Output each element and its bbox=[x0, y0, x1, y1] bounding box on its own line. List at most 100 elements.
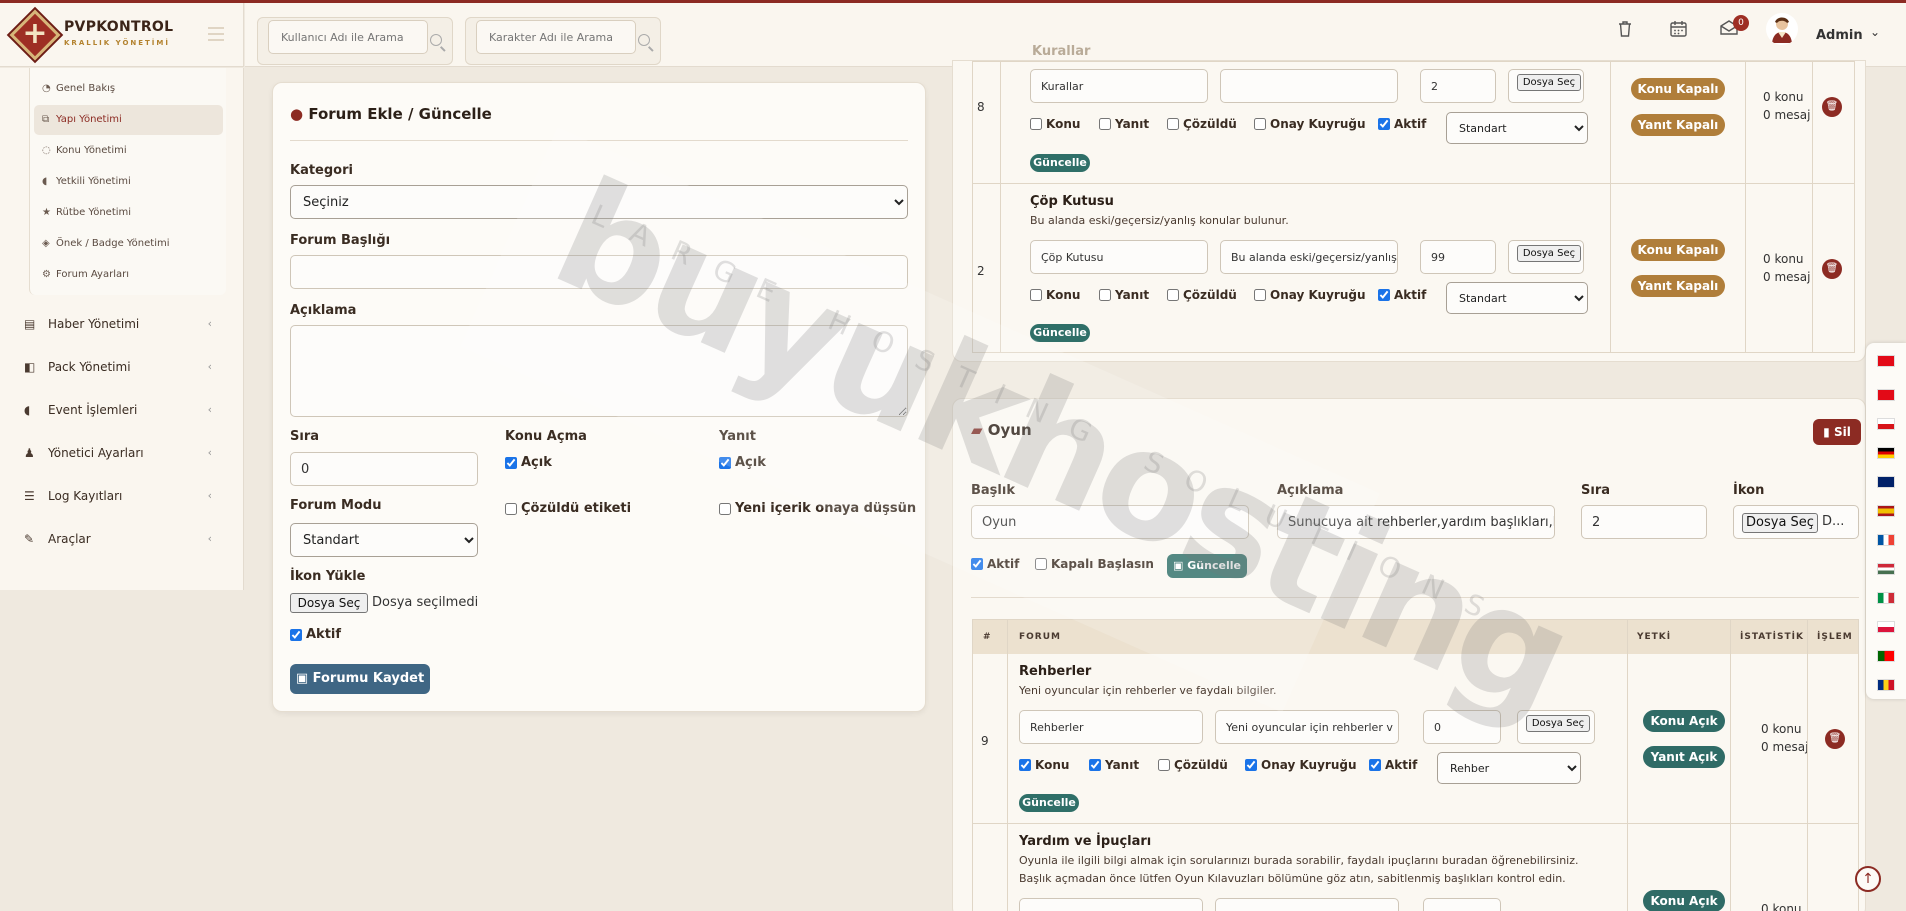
konu-checkbox[interactable]: Konu bbox=[1030, 288, 1080, 302]
cozuldu-checkbox[interactable]: Çözüldü bbox=[1167, 117, 1237, 131]
forum-order-input[interactable] bbox=[1420, 240, 1496, 274]
forum-desc-input[interactable] bbox=[1215, 898, 1399, 911]
category-active-checkbox[interactable]: Aktif bbox=[971, 557, 1019, 571]
category-title-input[interactable] bbox=[971, 505, 1249, 539]
save-forum-button[interactable]: ▣ Forumu Kaydet bbox=[290, 664, 430, 694]
description-textarea[interactable] bbox=[290, 325, 908, 417]
forum-mode-select[interactable]: Standart bbox=[1446, 112, 1588, 144]
calendar-icon[interactable] bbox=[1670, 20, 1687, 41]
reply-open-button[interactable]: Yanıt Açık bbox=[1643, 746, 1725, 768]
forum-name-input[interactable] bbox=[1019, 710, 1203, 744]
forum-desc-input[interactable] bbox=[1220, 69, 1398, 103]
konu-checkbox[interactable]: Konu bbox=[1030, 117, 1080, 131]
yanit-checkbox[interactable]: Yanıt bbox=[1089, 758, 1139, 772]
subnav-yapi-yonetimi[interactable]: ⧉ Yapı Yönetimi bbox=[34, 105, 223, 135]
chevron-down-icon[interactable]: ⌄ bbox=[1870, 25, 1880, 39]
subnav-badge-yonetimi[interactable]: ◈ Önek / Badge Yönetimi bbox=[42, 233, 170, 255]
trash-icon[interactable] bbox=[1618, 20, 1632, 41]
forum-title-input[interactable] bbox=[290, 255, 908, 289]
forum-name-input[interactable] bbox=[1030, 69, 1208, 103]
aktif-checkbox[interactable]: Aktif bbox=[1378, 288, 1426, 302]
cozuldu-checkbox[interactable]: Çözüldü bbox=[1167, 288, 1237, 302]
delete-trash-icon[interactable]: 🗑 bbox=[1825, 729, 1845, 749]
delete-trash-icon[interactable]: 🗑 bbox=[1822, 97, 1842, 117]
file-choose-button[interactable]: Dosya Seç bbox=[290, 593, 368, 613]
update-button[interactable]: Güncelle bbox=[1019, 794, 1079, 812]
scroll-top-arrow-icon[interactable]: ↑ bbox=[1855, 866, 1881, 892]
forum-order-input[interactable] bbox=[1423, 898, 1501, 911]
topic-open-button[interactable]: Konu Açık bbox=[1643, 710, 1725, 732]
aktif-checkbox[interactable]: Aktif bbox=[1369, 758, 1417, 772]
flag-de-icon[interactable] bbox=[1877, 447, 1895, 459]
character-search-input[interactable] bbox=[476, 20, 636, 54]
flag-es-icon[interactable] bbox=[1877, 505, 1895, 517]
yanit-checkbox[interactable]: Yanıt bbox=[1099, 288, 1149, 302]
delete-trash-icon[interactable]: 🗑 bbox=[1822, 259, 1842, 279]
subnav-genel-bakis[interactable]: ◔ Genel Bakış bbox=[42, 78, 115, 100]
forum-name-input[interactable] bbox=[1030, 240, 1208, 274]
flag-hu-icon[interactable] bbox=[1877, 563, 1895, 575]
flag-ro-icon[interactable] bbox=[1877, 679, 1895, 691]
subnav-yetkili-yonetimi[interactable]: ◖ Yetkili Yönetimi bbox=[42, 171, 131, 193]
aktif-checkbox[interactable]: Aktif bbox=[1378, 117, 1426, 131]
konu-checkbox[interactable]: Konu bbox=[1019, 758, 1069, 772]
flag-tr-icon[interactable] bbox=[1877, 389, 1895, 401]
cozuldu-checkbox[interactable]: Çözüldü bbox=[1158, 758, 1228, 772]
file-choose-button[interactable]: Dosya Seç bbox=[1526, 715, 1590, 732]
nav-event-islemleri[interactable]: ◖ Event İşlemleri ‹ bbox=[24, 395, 220, 425]
search-icon[interactable] bbox=[430, 34, 442, 46]
approval-checkbox[interactable]: Yeni içerik onaya düşsün bbox=[719, 501, 916, 516]
search-icon[interactable] bbox=[638, 34, 650, 46]
forum-mode-select[interactable]: Rehber bbox=[1437, 752, 1581, 784]
update-button[interactable]: Güncelle bbox=[1030, 324, 1090, 342]
forum-order-input[interactable] bbox=[1420, 69, 1496, 103]
topic-closed-button[interactable]: Konu Kapalı bbox=[1631, 239, 1725, 261]
forum-desc-input[interactable] bbox=[1220, 240, 1398, 274]
reply-closed-button[interactable]: Yanıt Kapalı bbox=[1631, 275, 1725, 297]
nav-haber-yonetimi[interactable]: ▤ Haber Yönetimi ‹ bbox=[24, 309, 220, 339]
category-update-button[interactable]: ▣ Güncelle bbox=[1167, 554, 1247, 578]
topic-open-checkbox[interactable]: Açık bbox=[505, 455, 552, 470]
avatar[interactable] bbox=[1766, 13, 1798, 45]
forum-name-input[interactable] bbox=[1019, 898, 1203, 911]
user-search-input[interactable] bbox=[268, 20, 428, 54]
update-button[interactable]: Güncelle bbox=[1030, 154, 1090, 172]
forum-mode-select[interactable]: Standart bbox=[1446, 282, 1588, 314]
active-checkbox[interactable]: Aktif bbox=[290, 627, 341, 642]
flag-tr-icon[interactable] bbox=[1877, 355, 1895, 367]
brand-logo[interactable]: + PVPKONTROL KRALLIK YÖNETİMİ bbox=[0, 3, 244, 67]
flag-cz-icon[interactable] bbox=[1877, 418, 1895, 430]
flag-pl-icon[interactable] bbox=[1877, 621, 1895, 633]
flag-pt-icon[interactable] bbox=[1877, 650, 1895, 662]
topic-closed-button[interactable]: Konu Kapalı bbox=[1631, 78, 1725, 100]
nav-log-kayitlari[interactable]: ☰ Log Kayıtları ‹ bbox=[24, 481, 220, 511]
forum-desc-input[interactable] bbox=[1215, 710, 1399, 744]
onay-kuyrugu-checkbox[interactable]: Onay Kuyruğu bbox=[1254, 117, 1366, 131]
topic-open-button[interactable]: Konu Açık bbox=[1643, 890, 1725, 911]
subnav-forum-ayarlari[interactable]: ⚙ Forum Ayarları bbox=[42, 264, 129, 286]
file-choose-button[interactable]: Dosya Seç bbox=[1742, 513, 1818, 533]
reply-checkbox[interactable]: Açık bbox=[719, 455, 766, 470]
active-check[interactable] bbox=[290, 628, 302, 641]
forum-mode-select[interactable]: Standart bbox=[290, 523, 478, 557]
solved-tag-checkbox[interactable]: Çözüldü etiketi bbox=[505, 501, 631, 516]
hamburger-menu-icon[interactable] bbox=[208, 27, 224, 41]
topic-open-check[interactable] bbox=[505, 456, 517, 469]
category-select[interactable]: Seçiniz bbox=[290, 185, 908, 219]
category-desc-input[interactable] bbox=[1277, 505, 1555, 539]
flag-it-icon[interactable] bbox=[1877, 592, 1895, 604]
onay-kuyrugu-checkbox[interactable]: Onay Kuyruğu bbox=[1245, 758, 1357, 772]
subnav-rutbe-yonetimi[interactable]: ★ Rütbe Yönetimi bbox=[42, 202, 131, 224]
nav-araclar[interactable]: ✎ Araçlar ‹ bbox=[24, 524, 220, 554]
reply-check[interactable] bbox=[719, 456, 731, 469]
flag-fr-icon[interactable] bbox=[1877, 534, 1895, 546]
yanit-checkbox[interactable]: Yanıt bbox=[1099, 117, 1149, 131]
approval-check[interactable] bbox=[719, 502, 731, 515]
file-choose-button[interactable]: Dosya Seç bbox=[1517, 74, 1581, 91]
flag-gb-icon[interactable] bbox=[1877, 476, 1895, 488]
category-order-input[interactable] bbox=[1581, 505, 1707, 539]
category-closed-checkbox[interactable]: Kapalı Başlasın bbox=[1035, 557, 1154, 571]
solved-tag-check[interactable] bbox=[505, 502, 517, 515]
forum-order-input[interactable] bbox=[1423, 710, 1501, 744]
reply-closed-button[interactable]: Yanıt Kapalı bbox=[1631, 114, 1725, 136]
